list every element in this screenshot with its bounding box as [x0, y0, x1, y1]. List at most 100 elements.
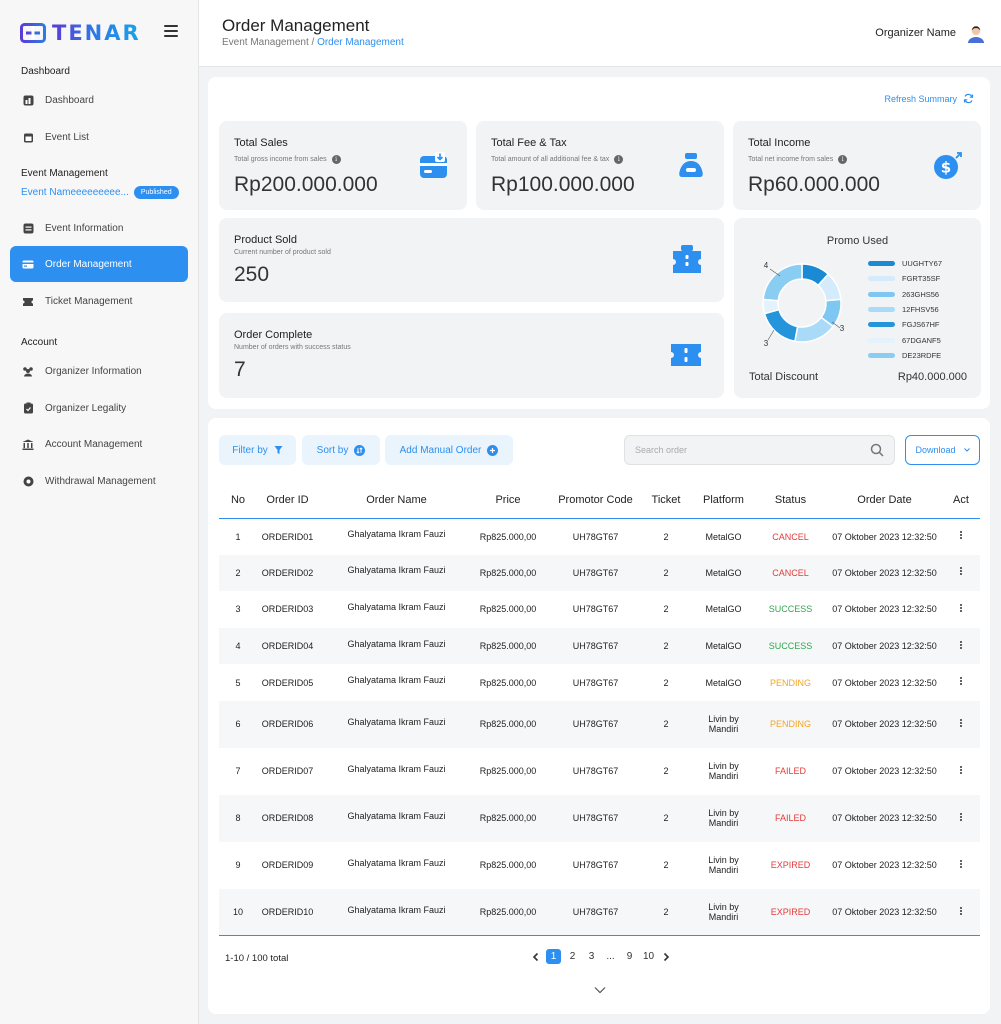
page-button[interactable]: 1 [546, 949, 561, 964]
table-row[interactable]: 5 ORDERID05 Ghalyatama Ikram Fauzi Rp825.00… [219, 664, 980, 701]
row-actions-menu[interactable] [953, 664, 980, 701]
sidebar-item-withdrawal-management[interactable]: Withdrawal Management [10, 463, 188, 499]
logo[interactable]: TENAR [20, 21, 180, 45]
search-icon[interactable] [870, 443, 884, 457]
cell-status: SUCCESS [768, 604, 813, 615]
kebab-menu-icon[interactable] [960, 765, 962, 775]
total-count: 1-10 / 100 total [225, 953, 289, 964]
kebab-menu-icon[interactable] [960, 603, 962, 613]
row-actions-menu[interactable] [953, 555, 980, 592]
col-promotor-code[interactable]: Promotor Code [541, 482, 650, 519]
sidebar-item-event-information[interactable]: Event Information [10, 210, 188, 246]
row-actions-menu[interactable] [953, 842, 980, 889]
refresh-summary-button[interactable]: Refresh Summary [884, 93, 974, 104]
donut-slice[interactable] [762, 263, 803, 302]
table-row[interactable]: 7 ORDERID07 Ghalyatama Ikram Fauzi Rp825.00… [219, 748, 980, 795]
card-title: Total Fee & Tax [491, 137, 567, 149]
info-icon[interactable]: i [838, 155, 848, 164]
sidebar-item-ticket-management[interactable]: Ticket Management [10, 283, 188, 319]
filter-button[interactable]: Filter by [219, 435, 296, 465]
cell-price: Rp825.000,00 [479, 531, 537, 542]
col-platform[interactable]: Platform [682, 482, 765, 519]
sidebar-item-account-management[interactable]: Account Management [10, 426, 188, 462]
col-price[interactable]: Price [475, 482, 541, 519]
table-row[interactable]: 9 ORDERID09 Ghalyatama Ikram Fauzi Rp825.00… [219, 842, 980, 889]
brand-name: TENAR [52, 21, 141, 45]
info-icon[interactable]: i [331, 155, 341, 164]
cell-order-name: Ghalyatama Ikram Fauzi [347, 763, 446, 774]
row-actions-menu[interactable] [953, 701, 980, 748]
kebab-menu-icon[interactable] [960, 676, 962, 686]
sort-button[interactable]: Sort by [302, 435, 380, 465]
card-subtitle: Total gross income from sales i [234, 155, 341, 164]
row-actions-menu[interactable] [953, 748, 980, 795]
cell-no: 8 [235, 813, 241, 824]
breadcrumb-separator: / [308, 37, 318, 48]
sidebar-item-organizer-information[interactable]: Organizer Information [10, 353, 188, 389]
col-ticket[interactable]: Ticket [650, 482, 682, 519]
table-row[interactable]: 8 ORDERID08 Ghalyatama Ikram Fauzi Rp825.00… [219, 794, 980, 842]
col-order-name[interactable]: Order Name [318, 482, 475, 519]
table-row[interactable]: 6 ORDERID06 Ghalyatama Ikram Fauzi Rp825.00… [219, 700, 980, 748]
page-button[interactable]: 2 [565, 949, 580, 964]
page-button[interactable]: 3 [584, 949, 599, 964]
section-dashboard: Dashboard [21, 66, 70, 77]
cell-no: 6 [235, 719, 241, 730]
cell-price: Rp825.000,00 [479, 567, 537, 578]
menu-toggle-icon[interactable] [164, 25, 178, 37]
card-title: Order Complete [234, 329, 313, 341]
add-manual-order-button[interactable]: Add Manual Order [385, 435, 513, 465]
chevron-left-icon[interactable] [530, 951, 542, 963]
row-actions-menu[interactable] [953, 591, 980, 628]
row-actions-menu[interactable] [953, 888, 980, 937]
sidebar-item-label: Account Management [45, 438, 143, 450]
kebab-menu-icon[interactable] [960, 530, 962, 540]
user-menu[interactable]: Organizer Name [875, 22, 987, 44]
row-actions-menu[interactable] [953, 628, 980, 665]
sidebar-item-dashboard[interactable]: Dashboard [10, 82, 188, 118]
cell-price: Rp825.000,00 [479, 719, 537, 730]
current-event[interactable]: Event Nameeeeeeeee... Published [21, 186, 179, 199]
page-button[interactable]: 10 [641, 949, 656, 964]
kebab-menu-icon[interactable] [960, 566, 962, 576]
legend-label: 12FHSV56 [902, 305, 939, 315]
table-row[interactable]: 10 ORDERID10 Ghalyatama Ikram Fauzi Rp825.0… [219, 888, 980, 937]
kebab-menu-icon[interactable] [960, 812, 962, 822]
cell-platform: Livin by Mandiri [708, 714, 739, 735]
col-order-id[interactable]: Order ID [257, 482, 318, 519]
cell-price: Rp825.000,00 [475, 888, 541, 937]
chart-title: Promo Used [826, 235, 889, 247]
chevron-down-icon [963, 448, 970, 452]
row-actions-menu[interactable] [953, 795, 980, 842]
sidebar-item-label: Dashboard [45, 94, 94, 106]
page-button[interactable]: 9 [622, 949, 637, 964]
chevron-right-icon[interactable] [660, 951, 672, 963]
cell-platform: MetalGO [705, 604, 742, 615]
table-row[interactable]: 4 ORDERID04 Ghalyatama Ikram Fauzi Rp825.00… [219, 627, 980, 665]
donut-slice[interactable] [763, 308, 799, 343]
total-discount-value: Rp40.000.000 [897, 371, 967, 383]
breadcrumb-parent[interactable]: Event Management [222, 37, 309, 48]
sidebar-item-organizer-legality[interactable]: Organizer Legality [10, 390, 188, 426]
info-icon[interactable]: i [614, 155, 624, 164]
cell-order-date: 07 Oktober 2023 12:32:50 [832, 567, 937, 578]
cell-no: 10 [219, 888, 257, 937]
kebab-menu-icon[interactable] [960, 640, 962, 650]
col-status[interactable]: Status [765, 482, 816, 519]
kebab-menu-icon[interactable] [960, 718, 962, 728]
table-row[interactable]: 2 ORDERID02 Ghalyatama Ikram Fauzi Rp825.00… [219, 554, 980, 592]
expand-chevron-down-icon[interactable] [594, 986, 606, 994]
table-row[interactable]: 3 ORDERID03 Ghalyatama Ikram Fauzi Rp825.00… [219, 591, 980, 628]
row-actions-menu[interactable] [953, 518, 980, 555]
sidebar-item-event-list[interactable]: Event List [10, 119, 188, 155]
search-input[interactable] [635, 445, 870, 455]
cell-order-id: ORDERID01 [261, 531, 314, 542]
col-no[interactable]: No [219, 482, 257, 519]
download-button[interactable]: Download [905, 435, 980, 465]
kebab-menu-icon[interactable] [960, 906, 962, 916]
kebab-menu-icon[interactable] [960, 859, 962, 869]
col-order-date[interactable]: Order Date [816, 482, 953, 519]
sidebar-item-order-management[interactable]: Order Management [10, 246, 188, 282]
logo-mark-icon [20, 23, 46, 43]
table-row[interactable]: 1 ORDERID01 Ghalyatama Ikram Fauzi Rp825.00… [219, 518, 980, 555]
